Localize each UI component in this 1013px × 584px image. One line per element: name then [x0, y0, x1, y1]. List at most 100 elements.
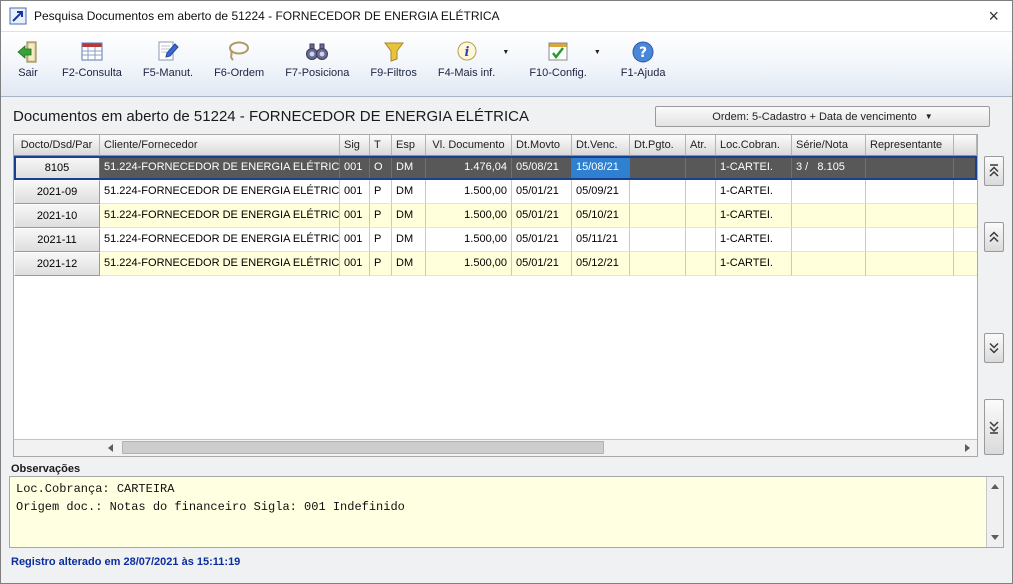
- column-header[interactable]: Representante: [866, 135, 954, 156]
- table-cell[interactable]: 05/01/21: [512, 228, 572, 252]
- triangle-up-icon[interactable]: [991, 480, 999, 489]
- close-icon[interactable]: ×: [985, 7, 1002, 25]
- table-cell[interactable]: 05/10/21: [572, 204, 630, 228]
- table-cell[interactable]: 05/01/21: [512, 180, 572, 204]
- table-cell[interactable]: [686, 180, 716, 204]
- table-cell[interactable]: [630, 228, 686, 252]
- table-cell[interactable]: DM: [392, 204, 426, 228]
- column-header[interactable]: Docto/Dsd/Par: [14, 135, 100, 156]
- table-cell[interactable]: [866, 204, 954, 228]
- dropdown-caret-icon[interactable]: ▼: [594, 49, 601, 56]
- table-row[interactable]: 810551.224-FORNECEDOR DE ENERGIA ELÉTRIC…: [14, 156, 977, 180]
- table-cell[interactable]: 05/01/21: [512, 252, 572, 276]
- scroll-left-button[interactable]: [100, 440, 116, 456]
- h-scroll-thumb[interactable]: [122, 441, 604, 454]
- table-cell[interactable]: 1-CARTEI.: [716, 252, 792, 276]
- column-header[interactable]: Dt.Movto: [512, 135, 572, 156]
- table-cell[interactable]: [866, 252, 954, 276]
- table-row[interactable]: 2021-1251.224-FORNECEDOR DE ENERGIA ELÉT…: [14, 252, 977, 276]
- table-cell[interactable]: 001: [340, 156, 370, 180]
- table-cell[interactable]: 2021-11: [14, 228, 100, 252]
- table-cell[interactable]: [630, 252, 686, 276]
- table-row[interactable]: 2021-1151.224-FORNECEDOR DE ENERGIA ELÉT…: [14, 228, 977, 252]
- column-header[interactable]: Vl. Documento: [426, 135, 512, 156]
- table-cell[interactable]: 1-CARTEI.: [716, 228, 792, 252]
- table-cell[interactable]: 001: [340, 204, 370, 228]
- scroll-page-down-button[interactable]: [984, 333, 1004, 363]
- column-header[interactable]: Loc.Cobran.: [716, 135, 792, 156]
- column-header[interactable]: Cliente/Fornecedor: [100, 135, 340, 156]
- table-cell[interactable]: [866, 228, 954, 252]
- table-cell[interactable]: [686, 204, 716, 228]
- table-cell[interactable]: 1-CARTEI.: [716, 156, 792, 180]
- column-header[interactable]: Série/Nota: [792, 135, 866, 156]
- table-cell[interactable]: 2021-09: [14, 180, 100, 204]
- f9-filtros-button[interactable]: F9-Filtros: [366, 36, 420, 81]
- table-cell[interactable]: 05/12/21: [572, 252, 630, 276]
- table-cell[interactable]: [792, 228, 866, 252]
- column-header[interactable]: Dt.Pgto.: [630, 135, 686, 156]
- column-header[interactable]: Esp: [392, 135, 426, 156]
- order-dropdown[interactable]: Ordem: 5-Cadastro + Data de vencimento ▼: [655, 106, 990, 127]
- table-cell[interactable]: 05/11/21: [572, 228, 630, 252]
- table-cell[interactable]: O: [370, 156, 392, 180]
- table-cell[interactable]: 1.500,00: [426, 228, 512, 252]
- table-cell[interactable]: [866, 156, 954, 180]
- table-cell[interactable]: 001: [340, 180, 370, 204]
- table-cell[interactable]: 05/01/21: [512, 204, 572, 228]
- table-cell[interactable]: [792, 180, 866, 204]
- table-cell[interactable]: 001: [340, 228, 370, 252]
- scroll-page-up-button[interactable]: [984, 222, 1004, 252]
- f2-consulta-button[interactable]: F2-Consulta: [58, 36, 126, 81]
- f10-config-button[interactable]: F10-Config. ▼: [525, 36, 603, 81]
- f1-ajuda-button[interactable]: ? F1-Ajuda: [617, 36, 670, 81]
- table-cell[interactable]: 51.224-FORNECEDOR DE ENERGIA ELÉTRICA: [100, 156, 340, 180]
- table-cell[interactable]: [630, 180, 686, 204]
- table-cell[interactable]: [630, 156, 686, 180]
- table-cell[interactable]: [792, 204, 866, 228]
- table-cell[interactable]: 15/08/21: [572, 156, 630, 180]
- table-cell[interactable]: 1.500,00: [426, 252, 512, 276]
- table-cell[interactable]: 05/08/21: [512, 156, 572, 180]
- table-cell[interactable]: [686, 252, 716, 276]
- observacoes-text[interactable]: Loc.Cobrança: CARTEIRA Origem doc.: Nota…: [10, 477, 986, 547]
- f5-manut-button[interactable]: F5-Manut.: [139, 36, 197, 81]
- table-cell[interactable]: P: [370, 180, 392, 204]
- horizontal-scrollbar[interactable]: [14, 439, 977, 456]
- table-cell[interactable]: P: [370, 252, 392, 276]
- table-cell[interactable]: 001: [340, 252, 370, 276]
- column-header[interactable]: Dt.Venc.: [572, 135, 630, 156]
- table-cell[interactable]: 51.224-FORNECEDOR DE ENERGIA ELÉTRICA: [100, 228, 340, 252]
- table-cell[interactable]: DM: [392, 228, 426, 252]
- table-cell[interactable]: DM: [392, 180, 426, 204]
- table-cell[interactable]: 1.476,04: [426, 156, 512, 180]
- table-cell[interactable]: [686, 156, 716, 180]
- scroll-first-button[interactable]: [984, 156, 1004, 186]
- table-cell[interactable]: 1-CARTEI.: [716, 204, 792, 228]
- table-cell[interactable]: 51.224-FORNECEDOR DE ENERGIA ELÉTRICA: [100, 180, 340, 204]
- triangle-down-icon[interactable]: [991, 535, 999, 544]
- scroll-right-button[interactable]: [961, 440, 977, 456]
- table-cell[interactable]: 8105: [14, 156, 100, 180]
- table-cell[interactable]: 51.224-FORNECEDOR DE ENERGIA ELÉTRICA: [100, 252, 340, 276]
- table-cell[interactable]: 2021-10: [14, 204, 100, 228]
- f7-posiciona-button[interactable]: F7-Posiciona: [281, 36, 353, 81]
- table-cell[interactable]: P: [370, 228, 392, 252]
- table-cell[interactable]: [630, 204, 686, 228]
- dropdown-caret-icon[interactable]: ▼: [502, 49, 509, 56]
- table-cell[interactable]: DM: [392, 252, 426, 276]
- table-cell[interactable]: 2021-12: [14, 252, 100, 276]
- h-scroll-track[interactable]: [116, 440, 961, 456]
- column-header[interactable]: T: [370, 135, 392, 156]
- table-row[interactable]: 2021-0951.224-FORNECEDOR DE ENERGIA ELÉT…: [14, 180, 977, 204]
- table-cell[interactable]: [792, 252, 866, 276]
- table-cell[interactable]: P: [370, 204, 392, 228]
- table-cell[interactable]: 51.224-FORNECEDOR DE ENERGIA ELÉTRICA: [100, 204, 340, 228]
- scroll-last-button[interactable]: [984, 399, 1004, 455]
- column-header[interactable]: Sig: [340, 135, 370, 156]
- table-cell[interactable]: 05/09/21: [572, 180, 630, 204]
- table-cell[interactable]: [866, 180, 954, 204]
- table-cell[interactable]: [686, 228, 716, 252]
- f6-ordem-button[interactable]: F6-Ordem: [210, 36, 268, 81]
- f4-mais-inf-button[interactable]: i F4-Mais inf. ▼: [434, 36, 512, 81]
